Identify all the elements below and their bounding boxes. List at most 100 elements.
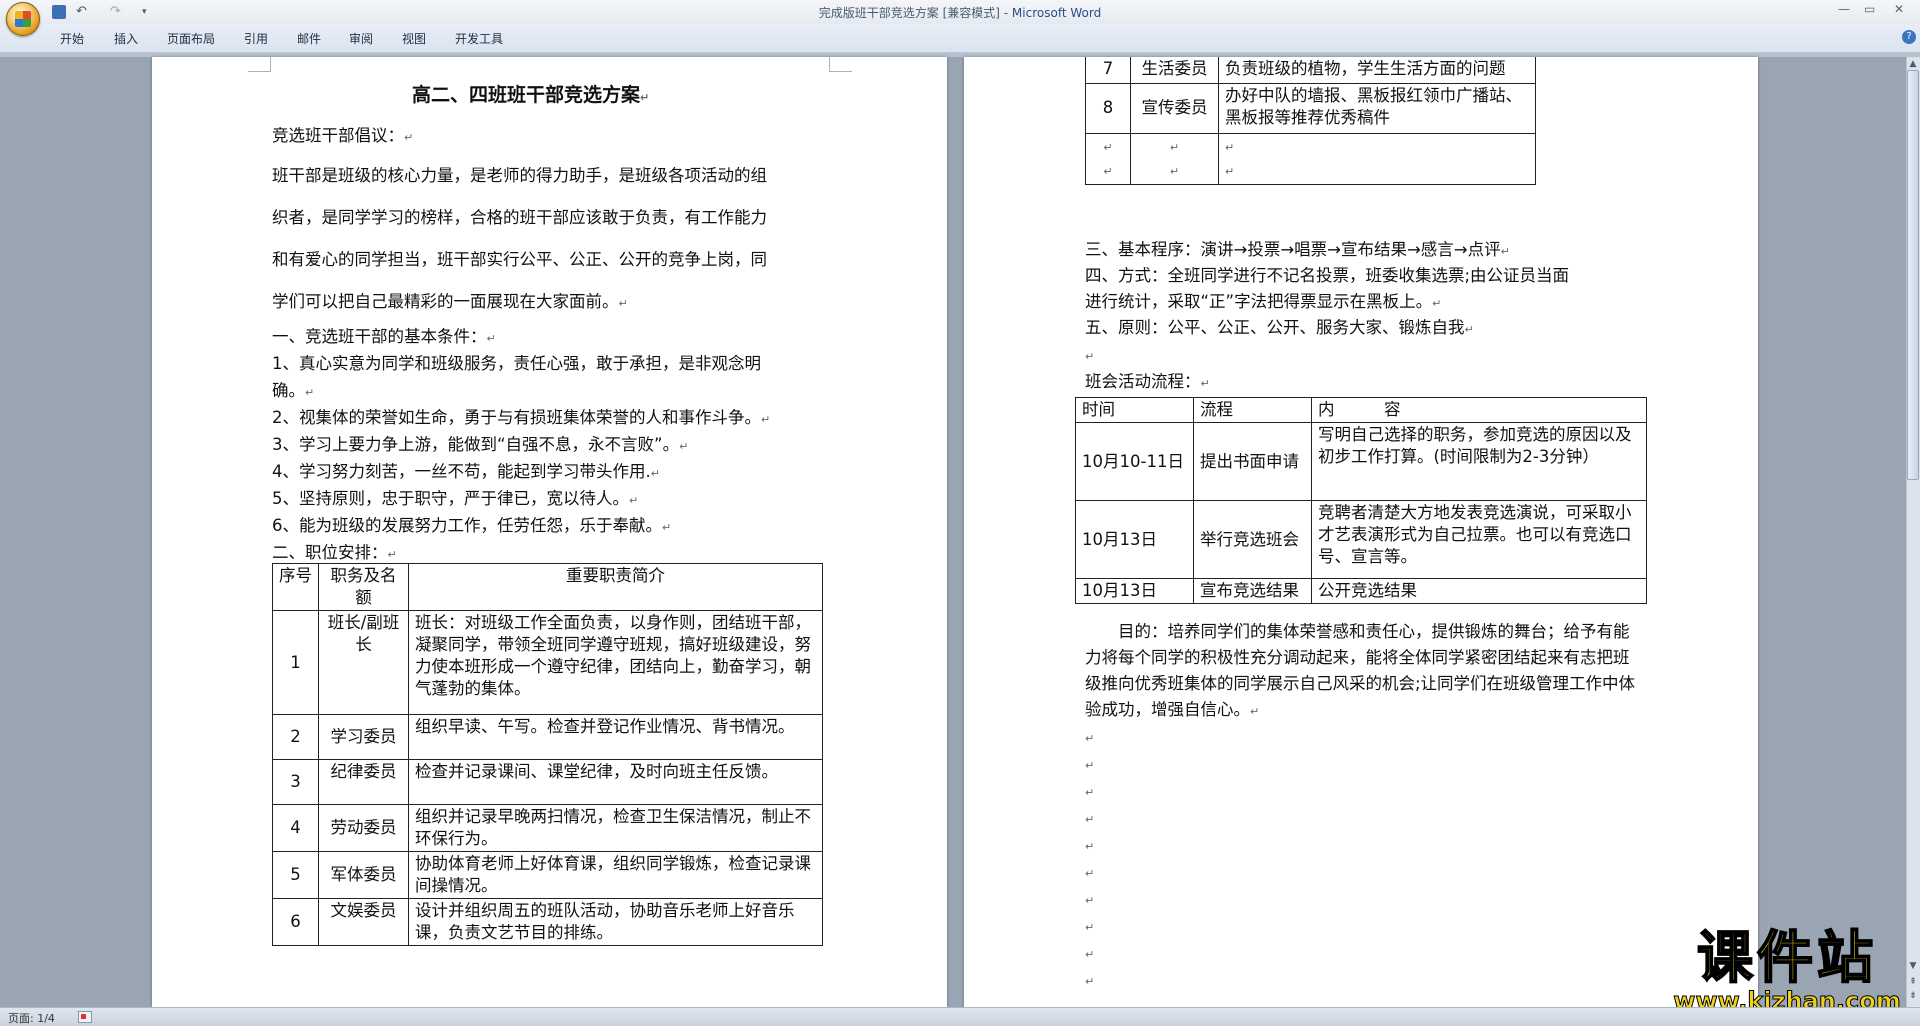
- table-cell: 7: [1085, 57, 1131, 84]
- table-cell: 协助体育老师上好体育课，组织同学锻炼，检查记录课间操情况。: [408, 851, 823, 899]
- table-cell: 生活委员: [1130, 57, 1219, 84]
- table-row: 5 军体委员 协助体育老师上好体育课，组织同学锻炼，检查记录课间操情况。: [272, 851, 823, 899]
- table-cell: 学习委员: [318, 714, 409, 760]
- maximize-icon[interactable]: ▭: [1864, 2, 1875, 16]
- watermark-logo: 课件站 www.kjzhan.com: [1672, 926, 1902, 1015]
- method-line: 进行统计，采取“正”字法把得票显示在黑板上。↵: [1085, 292, 1442, 311]
- table-cell: ↵ ↵: [1218, 132, 1536, 185]
- tab-page-layout[interactable]: 页面布局: [167, 30, 215, 47]
- proofing-icon[interactable]: [78, 1011, 92, 1023]
- table-row: 10月13日 举行竞选班会 竞聘者清楚大方地发表竞选演说，可采取小才艺表演形式为…: [1075, 500, 1647, 579]
- tab-home[interactable]: 开始: [60, 30, 84, 47]
- empty-paragraph: ↵: [1085, 894, 1095, 907]
- table-row: 10月13日 宣布竞选结果 公开竞选结果: [1075, 578, 1647, 604]
- table-row: 10月10-11日 提出书面申请 写明自己选择的职务，参加竞选的原因以及初步工作…: [1075, 422, 1647, 501]
- table-cell: 办好中队的墙报、黑板报红领巾广播站、黑板报等推荐优秀稿件: [1218, 82, 1536, 134]
- table-cell: 4: [272, 804, 319, 852]
- empty-paragraph: ↵: [1085, 350, 1095, 363]
- table-cell: 公开竞选结果: [1311, 578, 1647, 604]
- empty-paragraph: ↵: [1085, 786, 1095, 799]
- next-page-icon[interactable]: ⇟: [1907, 990, 1919, 1002]
- table-cell: 8: [1085, 82, 1131, 134]
- tab-references[interactable]: 引用: [244, 30, 268, 47]
- empty-paragraph: ↵: [1085, 921, 1095, 934]
- method-line: 四、方式：全班同学进行不记名投票，班委收集选票;由公证员当面: [1085, 266, 1570, 285]
- office-logo-icon: [15, 11, 31, 27]
- flow-heading: 班会活动流程：↵: [1085, 372, 1210, 391]
- table-row: 4 劳动委员 组织并记录早晚两扫情况，检查卫生保洁情况，制止不环保行为。: [272, 804, 823, 852]
- condition-item: 3、学习上要力争上游，能做到“自强不息，永不言败”。↵: [272, 435, 689, 454]
- intro-line: 和有爱心的同学担当，班干部实行公平、公正、公开的竞争上岗，同: [272, 250, 767, 269]
- scrollbar-thumb[interactable]: [1907, 70, 1919, 480]
- table-header: 序号: [272, 563, 319, 611]
- minimize-icon[interactable]: —: [1838, 2, 1850, 16]
- previous-page-icon[interactable]: ⇞: [1907, 976, 1919, 988]
- table-cell: 5: [272, 851, 319, 899]
- principle-line: 五、原则：公平、公正、公开、服务大家、锻炼自我↵: [1085, 318, 1474, 337]
- intro-heading: 竞选班干部倡议：↵: [272, 126, 414, 145]
- empty-paragraph: ↵: [1085, 732, 1095, 745]
- scroll-down-icon[interactable]: ▼: [1907, 960, 1919, 972]
- tab-review[interactable]: 审阅: [349, 30, 373, 47]
- condition-item: 5、坚持原则，忠于职守，严于律已，宽以待人。↵: [272, 489, 639, 508]
- crop-mark: [829, 57, 852, 72]
- flow-table: 时间 流程 内 容 10月10-11日 提出书面申请 写明自己选择的职务，参加竞…: [1075, 397, 1647, 604]
- table-cell: 2: [272, 714, 319, 760]
- table-cell: 负责班级的植物，学生生活方面的问题: [1218, 57, 1536, 84]
- table-row: 8 宣传委员 办好中队的墙报、黑板报红领巾广播站、黑板报等推荐优秀稿件: [1085, 82, 1536, 134]
- table-row: 1 班长/副班长 班长：对班级工作全面负责，以身作则，团结班干部，凝聚同学，带领…: [272, 610, 823, 715]
- empty-paragraph: ↵: [1085, 867, 1095, 880]
- table-header: 流程: [1193, 397, 1312, 423]
- positions-heading: 二、职位安排：↵: [272, 543, 397, 562]
- table-cell: 宣布竞选结果: [1193, 578, 1312, 604]
- table-cell: 班长/副班长: [318, 610, 409, 715]
- table-row: ↵ ↵ ↵ ↵ ↵ ↵: [1085, 132, 1536, 185]
- condition-item: 1、真心实意为同学和班级服务，责任心强，敢于承担，是非观念明: [272, 354, 761, 373]
- table-row: 7 生活委员 负责班级的植物，学生生活方面的问题: [1085, 57, 1536, 84]
- page-indicator[interactable]: 页面: 1/4: [8, 1010, 55, 1026]
- intro-line: 学们可以把自己最精彩的一面展现在大家面前。↵: [272, 292, 628, 311]
- table-cell: 10月13日: [1075, 500, 1194, 579]
- watermark-text: 课件站: [1696, 926, 1877, 991]
- table-cell: 提出书面申请: [1193, 422, 1312, 501]
- condition-item: 确。↵: [272, 381, 315, 400]
- empty-paragraph: ↵: [1085, 840, 1095, 853]
- tab-developer[interactable]: 开发工具: [455, 30, 503, 47]
- table-header: 重要职责简介: [408, 563, 823, 611]
- table-cell: 军体委员: [318, 851, 409, 899]
- table-cell: 1: [272, 610, 319, 715]
- table-cell: 文娱委员: [318, 898, 409, 946]
- table-cell: 纪律委员: [318, 759, 409, 805]
- procedure-line: 三、基本程序：演讲→投票→唱票→宣布结果→感言→点评↵: [1085, 240, 1510, 259]
- tab-view[interactable]: 视图: [402, 30, 426, 47]
- tab-mailings[interactable]: 邮件: [297, 30, 321, 47]
- table-cell: 10月13日: [1075, 578, 1194, 604]
- table-cell: 设计并组织周五的班队活动，协助音乐老师上好音乐课，负责文艺节目的排练。: [408, 898, 823, 946]
- intro-line: 织者，是同学学习的榜样，合格的班干部应该敢于负责，有工作能力: [272, 208, 767, 227]
- crop-mark: [248, 57, 271, 72]
- purpose-paragraph: 目的：培养同学们的集体荣誉感和责任心，提供锻炼的舞台；给予有能力将每个同学的积极…: [1085, 622, 1636, 719]
- table-cell: 班长：对班级工作全面负责，以身作则，团结班干部，凝聚同学，带领全班同学遵守班规，…: [408, 610, 823, 715]
- condition-item: 6、能为班级的发展努力工作，任劳任怨，乐于奉献。↵: [272, 516, 672, 535]
- scroll-up-icon[interactable]: ▲: [1907, 58, 1919, 70]
- empty-paragraph: ↵: [1085, 759, 1095, 772]
- empty-paragraph: ↵: [1085, 975, 1095, 988]
- office-button[interactable]: [6, 2, 40, 36]
- table-cell: 写明自己选择的职务，参加竞选的原因以及初步工作打算。(时间限制为2-3分钟）: [1311, 422, 1647, 501]
- status-bar: 页面: 1/4: [0, 1007, 1920, 1026]
- tab-insert[interactable]: 插入: [114, 30, 138, 47]
- intro-line: 班干部是班级的核心力量，是老师的得力助手，是班级各项活动的组: [272, 166, 767, 185]
- document-page-2[interactable]: 7 生活委员 负责班级的植物，学生生活方面的问题 8 宣传委员 办好中队的墙报、…: [964, 57, 1758, 1007]
- document-page-1[interactable]: 高二、四班班干部竞选方案↵ 竞选班干部倡议：↵ 班干部是班级的核心力量，是老师的…: [152, 57, 947, 1007]
- table-cell: ↵ ↵: [1085, 132, 1131, 185]
- table-cell: 10月10-11日: [1075, 422, 1194, 501]
- window-title: 完成版班干部竞选方案 [兼容模式] - Microsoft Word: [818, 6, 1102, 20]
- close-icon[interactable]: ✕: [1894, 2, 1904, 16]
- table-cell: 宣传委员: [1130, 82, 1219, 134]
- positions-table-continued: 7 生活委员 负责班级的植物，学生生活方面的问题 8 宣传委员 办好中队的墙报、…: [1085, 57, 1536, 185]
- title-bar: ↶ ↷ ▾ 完成版班干部竞选方案 [兼容模式] - Microsoft Word…: [0, 0, 1920, 25]
- empty-paragraph: ↵: [1085, 948, 1095, 961]
- table-header-row: 时间 流程 内 容: [1075, 397, 1647, 423]
- help-icon[interactable]: ?: [1902, 30, 1916, 44]
- table-cell: 组织并记录早晚两扫情况，检查卫生保洁情况，制止不环保行为。: [408, 804, 823, 852]
